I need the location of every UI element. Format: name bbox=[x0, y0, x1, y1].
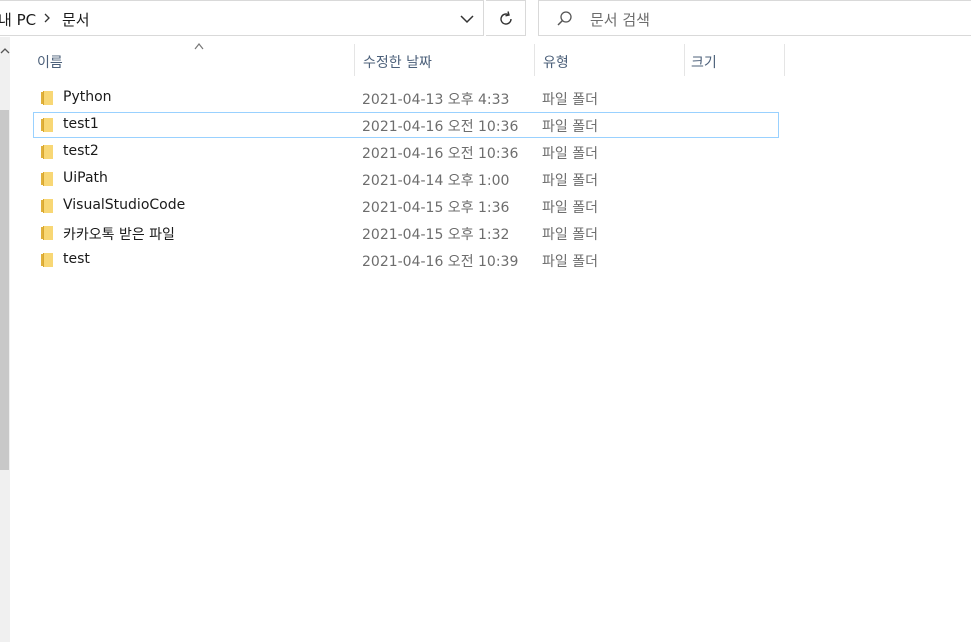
file-type: 파일 폴더 bbox=[542, 200, 598, 216]
search-input[interactable]: 문서 검색 bbox=[590, 9, 650, 30]
column-divider[interactable] bbox=[534, 44, 535, 76]
file-date-modified: 2021-04-16 오전 10:39 bbox=[362, 254, 519, 270]
folder-icon bbox=[41, 145, 53, 159]
file-name[interactable]: test2 bbox=[63, 143, 99, 159]
breadcrumb-documents[interactable]: 문서 bbox=[62, 9, 90, 30]
breadcrumb-this-pc[interactable]: 내 PC bbox=[0, 9, 36, 30]
folder-icon bbox=[41, 253, 53, 267]
file-name[interactable]: UiPath bbox=[63, 170, 108, 186]
file-row[interactable]: UiPath 2021-04-14 오후 1:00 파일 폴더 bbox=[33, 166, 779, 192]
column-type[interactable]: 유형 bbox=[543, 52, 569, 72]
chevron-down-icon[interactable] bbox=[455, 7, 479, 31]
file-type: 파일 폴더 bbox=[542, 173, 598, 189]
column-divider[interactable] bbox=[684, 44, 685, 76]
scrollbar-thumb[interactable] bbox=[0, 110, 9, 470]
scroll-up-icon[interactable] bbox=[0, 44, 10, 58]
file-row[interactable]: test2 2021-04-16 오전 10:36 파일 폴더 bbox=[33, 139, 779, 165]
refresh-button[interactable] bbox=[486, 0, 526, 36]
file-name[interactable]: test bbox=[63, 251, 90, 267]
toolbar: 내 PC 문서 문서 검색 bbox=[0, 0, 971, 37]
column-header-row: 이름 수정한 날짜 유형 크기 bbox=[10, 37, 971, 77]
column-name[interactable]: 이름 bbox=[37, 52, 63, 72]
folder-icon bbox=[41, 118, 53, 132]
file-date-modified: 2021-04-16 오전 10:36 bbox=[362, 146, 519, 162]
folder-icon bbox=[41, 199, 53, 213]
file-row[interactable]: test 2021-04-16 오전 10:39 파일 폴더 bbox=[33, 247, 779, 273]
file-type: 파일 폴더 bbox=[542, 92, 598, 108]
file-row[interactable]: test1 2021-04-16 오전 10:36 파일 폴더 bbox=[33, 112, 779, 138]
file-date-modified: 2021-04-13 오후 4:33 bbox=[362, 92, 510, 108]
file-type: 파일 폴더 bbox=[542, 119, 598, 135]
file-date-modified: 2021-04-14 오후 1:00 bbox=[362, 173, 510, 189]
file-date-modified: 2021-04-16 오전 10:36 bbox=[362, 119, 519, 135]
column-size[interactable]: 크기 bbox=[691, 52, 717, 72]
column-divider[interactable] bbox=[354, 44, 355, 76]
file-name[interactable]: Python bbox=[63, 89, 112, 105]
file-row[interactable]: 카카오톡 받은 파일 2021-04-15 오후 1:32 파일 폴더 bbox=[33, 220, 779, 246]
address-bar[interactable]: 내 PC 문서 bbox=[0, 0, 484, 36]
column-date-modified[interactable]: 수정한 날짜 bbox=[363, 52, 432, 72]
file-type: 파일 폴더 bbox=[542, 146, 598, 162]
file-row[interactable]: Python 2021-04-13 오후 4:33 파일 폴더 bbox=[33, 85, 779, 111]
file-row[interactable]: VisualStudioCode 2021-04-15 오후 1:36 파일 폴더 bbox=[33, 193, 779, 219]
file-name[interactable]: 카카오톡 받은 파일 bbox=[63, 224, 175, 244]
sort-ascending-icon bbox=[194, 43, 204, 50]
file-type: 파일 폴더 bbox=[542, 254, 598, 270]
search-box[interactable]: 문서 검색 bbox=[538, 0, 971, 36]
file-name[interactable]: VisualStudioCode bbox=[63, 197, 185, 213]
search-icon bbox=[557, 11, 572, 26]
chevron-right-icon[interactable] bbox=[42, 9, 52, 27]
file-type: 파일 폴더 bbox=[542, 227, 598, 243]
file-date-modified: 2021-04-15 오후 1:36 bbox=[362, 200, 510, 216]
column-divider[interactable] bbox=[784, 44, 785, 76]
file-date-modified: 2021-04-15 오후 1:32 bbox=[362, 227, 510, 243]
folder-icon bbox=[41, 226, 53, 240]
folder-icon bbox=[41, 91, 53, 105]
folder-icon bbox=[41, 172, 53, 186]
refresh-icon bbox=[500, 11, 512, 25]
file-name[interactable]: test1 bbox=[63, 116, 99, 132]
